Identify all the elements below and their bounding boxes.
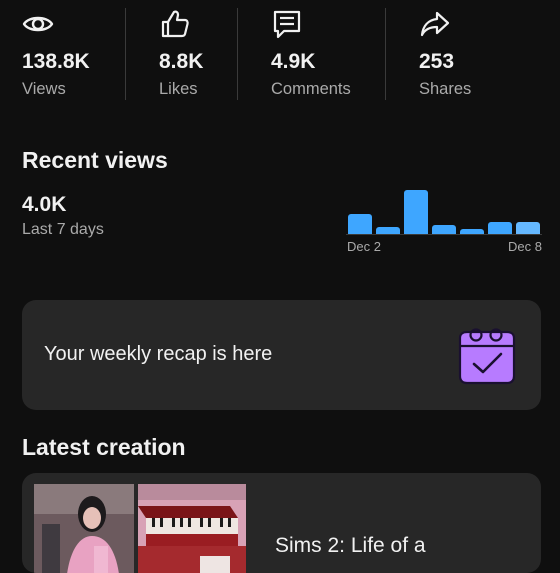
chart-bar-dec-8[interactable] <box>516 222 540 234</box>
eye-icon <box>22 16 54 32</box>
stat-label: Likes <box>159 80 198 98</box>
divider <box>385 8 386 100</box>
stat-value: 8.8K <box>159 50 204 73</box>
share-arrow-icon <box>420 11 450 37</box>
latest-creation-title: Latest creation <box>22 434 186 460</box>
chart-bar-dec-6[interactable] <box>460 229 484 234</box>
weekly-recap-text: Your weekly recap is here <box>44 343 273 365</box>
chart-x-tick-label: Dec 2 <box>347 239 381 254</box>
chart-baseline <box>346 234 542 235</box>
stat-label: Comments <box>271 80 351 98</box>
weekly-recap-card[interactable]: Your weekly recap is here <box>22 300 541 410</box>
stat-label: Shares <box>419 80 472 98</box>
comment-icon <box>273 10 301 39</box>
divider <box>125 8 126 100</box>
chart-bar-dec-2[interactable] <box>348 214 372 234</box>
stat-value: 253 <box>419 50 455 73</box>
recent-views-chart[interactable]: Dec 2 Dec 8 <box>346 180 542 260</box>
calendar-check-icon <box>458 328 516 385</box>
recent-views-period: Last 7 days <box>22 221 104 238</box>
stat-value: 138.8K <box>22 50 90 73</box>
thumbs-up-icon <box>161 10 189 38</box>
stats-row: 138.8K Views 8.8K Likes 4.9K Comments 25… <box>0 0 560 110</box>
divider <box>237 8 238 100</box>
latest-creation-card[interactable]: Sims 2: Life of a <box>22 473 541 573</box>
chart-bar-dec-7[interactable] <box>488 222 512 234</box>
stat-label: Views <box>22 80 66 98</box>
chart-bar-dec-3[interactable] <box>376 227 400 234</box>
chart-x-tick-label: Dec 8 <box>508 239 542 254</box>
chart-bar-dec-5[interactable] <box>432 225 456 234</box>
latest-video-title[interactable]: Sims 2: Life of a <box>275 534 426 558</box>
stat-value: 4.9K <box>271 50 316 73</box>
chart-bar-dec-4[interactable] <box>404 190 428 234</box>
recent-views-title: Recent views <box>22 147 168 173</box>
recent-views-value: 4.0K <box>22 193 67 216</box>
